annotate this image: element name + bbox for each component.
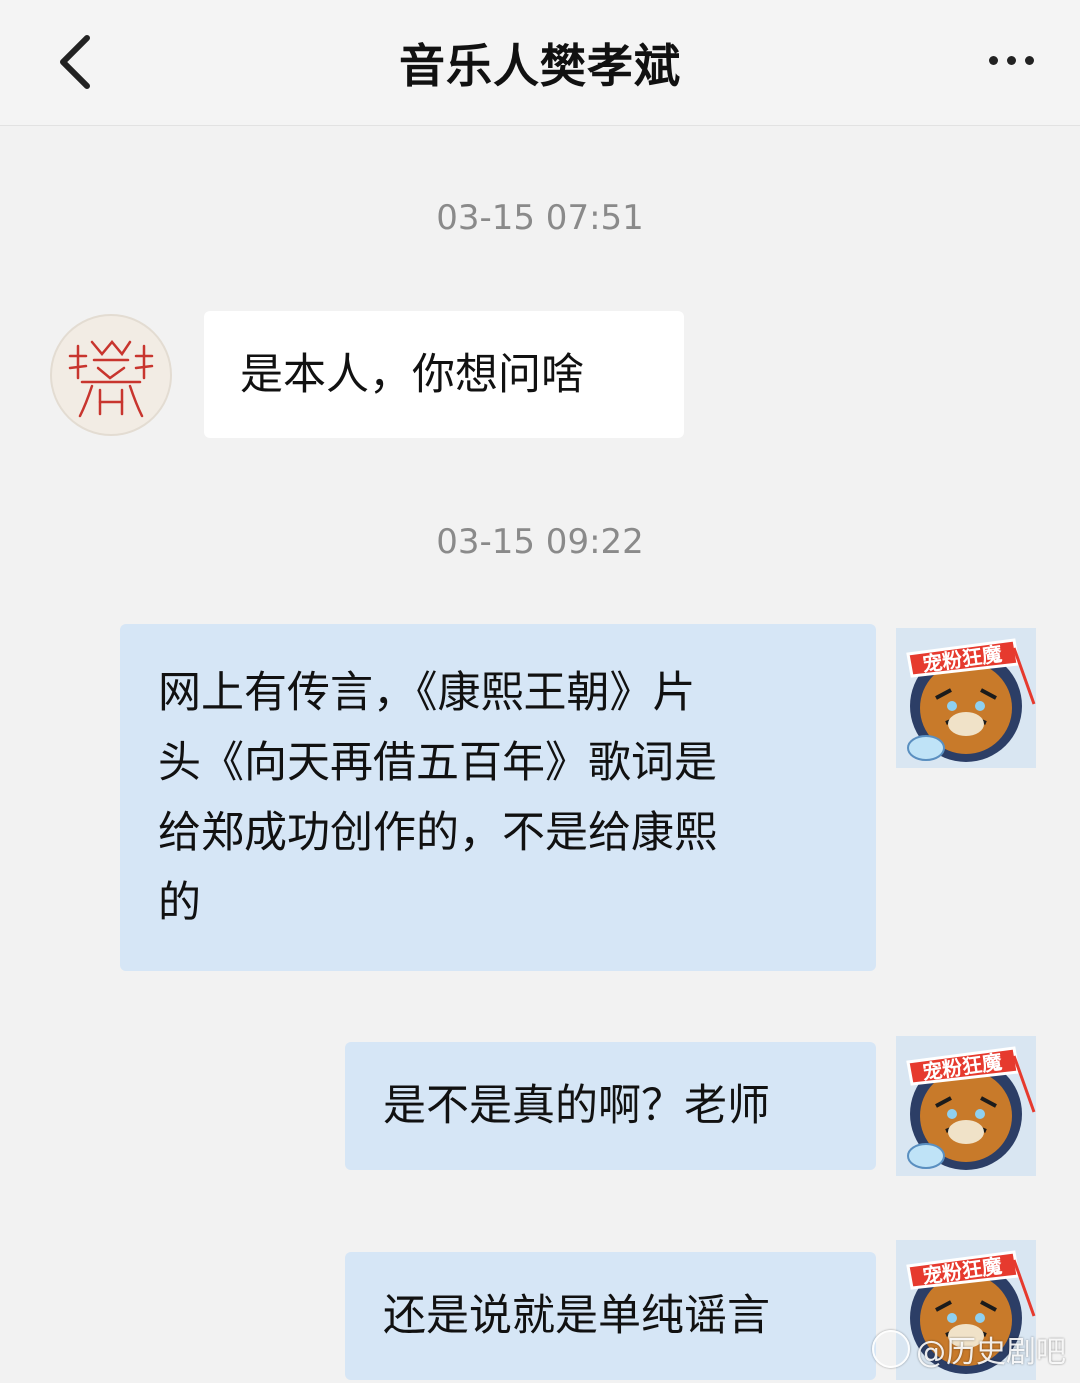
page-title: 音乐人樊孝斌 xyxy=(399,39,681,93)
outgoing-message-bubble[interactable]: 是不是真的啊？老师 xyxy=(345,1042,876,1170)
more-options-button[interactable] xyxy=(976,30,1046,90)
message-text-line: 给郑成功创作的，不是给康熙 xyxy=(158,808,717,858)
message-text: 还是说就是单纯谣言 xyxy=(383,1291,770,1341)
user-avatar[interactable]: 宠粉狂魔 xyxy=(896,628,1036,768)
message-text-line: 网上有传言，《康熙王朝》片 xyxy=(158,668,696,718)
contact-avatar[interactable] xyxy=(52,316,170,434)
message-text-line: 的 xyxy=(158,878,201,928)
message-timestamp: 03-15 09:22 xyxy=(436,522,644,562)
chat-header: 音乐人樊孝斌 xyxy=(0,0,1080,126)
more-horizontal-icon xyxy=(988,55,998,65)
outgoing-message-bubble[interactable]: 网上有传言，《康熙王朝》片 头《向天再借五百年》歌词是 给郑成功创作的，不是给康… xyxy=(120,624,876,971)
message-text: 是不是真的啊？老师 xyxy=(383,1081,770,1131)
seal-avatar-icon xyxy=(68,340,154,418)
chat-screen: 音乐人樊孝斌 03-15 07:51 是本人，你想问啥 03-15 09:22 … xyxy=(0,0,1080,1383)
outgoing-message-bubble[interactable]: 还是说就是单纯谣言 xyxy=(345,1252,876,1380)
watermark-text: @历史剧吧 xyxy=(916,1335,1066,1370)
tiger-avatar-icon: 宠粉狂魔 xyxy=(906,638,1036,762)
user-avatar[interactable]: 宠粉狂魔 xyxy=(896,1036,1036,1176)
tiger-avatar-icon: 宠粉狂魔 xyxy=(906,1046,1036,1170)
message-timestamp: 03-15 07:51 xyxy=(436,198,644,238)
incoming-message-bubble[interactable]: 是本人，你想问啥 xyxy=(204,311,684,438)
watermark: @历史剧吧 xyxy=(872,1327,1066,1371)
message-text: 是本人，你想问啥 xyxy=(240,350,584,400)
watermark-logo-icon xyxy=(872,1330,910,1368)
message-text-line: 头《向天再借五百年》歌词是 xyxy=(158,738,717,788)
